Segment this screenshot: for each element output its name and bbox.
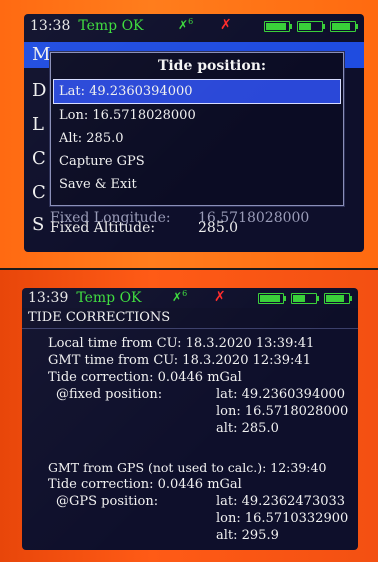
display-screen-top: 13:38 Temp OK ✗6 ✗ M D L C C S Fixed Lon… (24, 14, 364, 252)
menu-item-label: D (32, 80, 47, 101)
altitude-item[interactable]: Alt: 285.0 (51, 127, 343, 150)
clock-text: 13:39 (28, 290, 69, 306)
fixed-lon-value: lon: 16.5718028000 (216, 404, 349, 419)
menu-item-label: C (32, 182, 46, 203)
local-time-line: Local time from CU: 18.3.2020 13:39:41 (48, 336, 315, 351)
fixed-altitude-label: Fixed Altitude: (50, 220, 156, 236)
fixed-altitude-value: 285.0 (198, 220, 239, 236)
tide-correction-gps-line: Tide correction: 0.0446 mGal (48, 477, 242, 492)
menu-item-label: S (32, 214, 45, 235)
no-signal-icon: ✗ (214, 289, 226, 305)
satellite-count: 6 (182, 289, 188, 298)
latitude-item[interactable]: Lat: 49.2360394000 (53, 79, 341, 104)
menu-item-label: L (32, 114, 44, 135)
tide-position-dialog: Tide position: Lat: 49.2360394000 Lon: 1… (50, 52, 344, 206)
gps-alt-value: alt: 295.9 (216, 528, 279, 543)
device-bottom-photo: 13:39 Temp OK ✗6 ✗ TIDE CORRECTIONS Loca… (0, 270, 378, 562)
battery-icon (264, 21, 292, 32)
satellite-icon: ✗6 (172, 289, 188, 304)
temp-status-text: Temp OK (76, 290, 142, 306)
device-top-photo: 13:38 Temp OK ✗6 ✗ M D L C C S Fixed Lon… (0, 0, 378, 270)
temp-status-text: Temp OK (78, 18, 144, 34)
display-screen-bottom: 13:39 Temp OK ✗6 ✗ TIDE CORRECTIONS Loca… (22, 288, 358, 550)
device-photo: 13:38 Temp OK ✗6 ✗ M D L C C S Fixed Lon… (0, 0, 378, 562)
dialog-title: Tide position: (157, 58, 267, 74)
battery-icon (297, 21, 325, 32)
battery-icon (258, 293, 286, 304)
gps-position-label: @GPS position: (56, 494, 159, 509)
gps-lon-value: lon: 16.5710332900 (216, 511, 349, 526)
capture-gps-item[interactable]: Capture GPS (51, 150, 343, 173)
clock-text: 13:38 (30, 18, 71, 34)
gps-lat-value: lat: 49.2362473033 (216, 494, 346, 509)
menu-item-label: M (32, 44, 51, 65)
save-exit-item[interactable]: Save & Exit (51, 173, 343, 196)
fixed-lat-value: lat: 49.2360394000 (216, 387, 346, 402)
menu-item-label: C (32, 148, 46, 169)
status-bar: 13:38 Temp OK ✗6 ✗ (24, 14, 364, 38)
no-signal-icon: ✗ (220, 17, 232, 33)
tide-correction-line: Tide correction: 0.0446 mGal (48, 370, 242, 385)
satellite-icon: ✗6 (178, 17, 194, 32)
fixed-position-label: @fixed position: (56, 387, 163, 402)
fixed-alt-value: alt: 285.0 (216, 421, 279, 436)
page-title: TIDE CORRECTIONS (22, 308, 358, 329)
battery-icon (324, 293, 352, 304)
status-bar: 13:39 Temp OK ✗6 ✗ (22, 288, 358, 308)
gmt-from-gps-line: GMT from GPS (not used to calc.): 12:39:… (48, 460, 327, 475)
satellite-count: 6 (188, 17, 194, 26)
battery-icon (330, 21, 358, 32)
gmt-time-line: GMT time from CU: 18.3.2020 12:39:41 (48, 353, 311, 368)
longitude-item[interactable]: Lon: 16.5718028000 (51, 104, 343, 127)
battery-icon (291, 293, 319, 304)
